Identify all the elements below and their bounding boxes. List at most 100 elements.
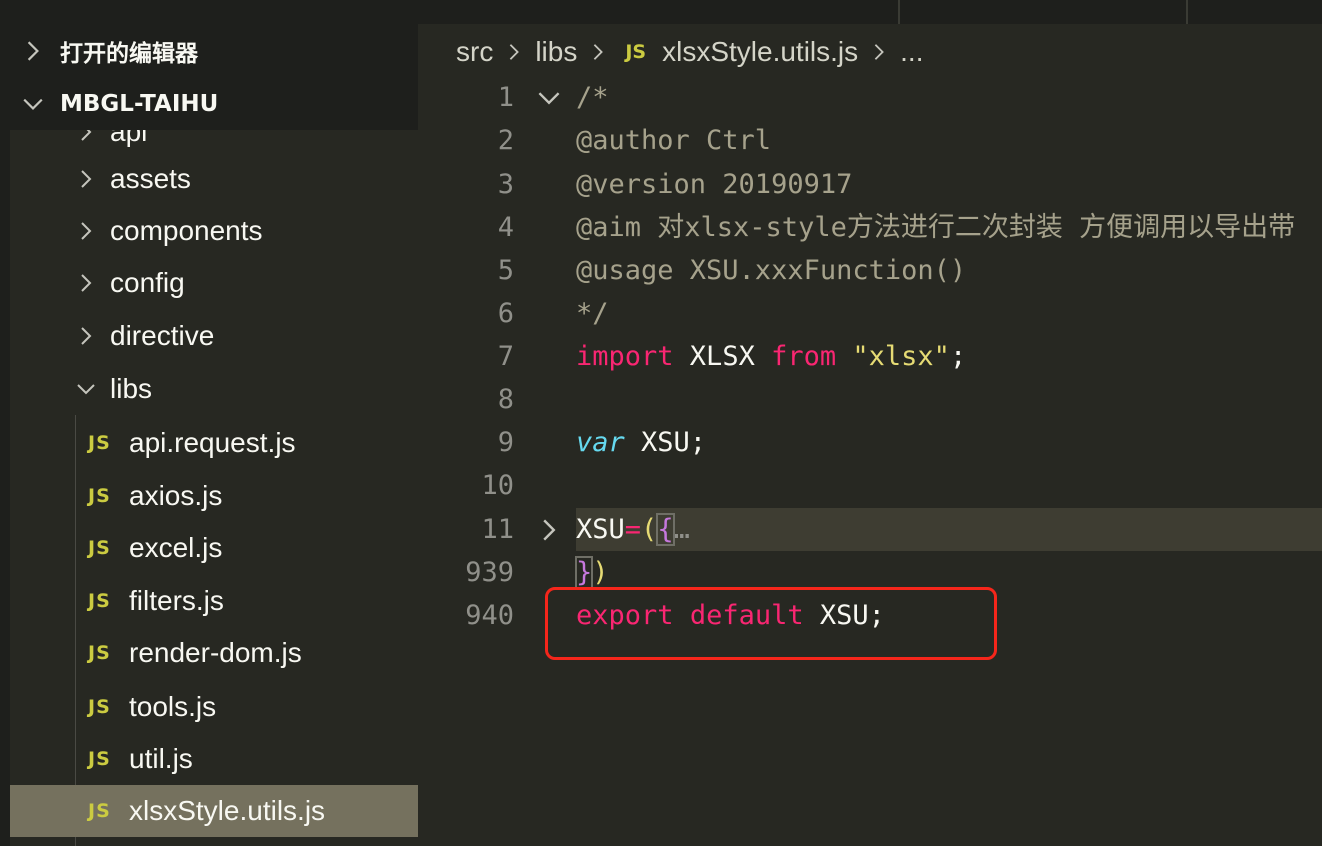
js-file-icon: JS bbox=[88, 485, 111, 507]
fold-chevron-down-icon[interactable] bbox=[537, 86, 561, 110]
folder-item-directive[interactable]: directive bbox=[10, 310, 418, 362]
js-file-icon: JS bbox=[88, 590, 111, 612]
file-item-filters[interactable]: JS filters.js bbox=[10, 575, 418, 627]
file-item-excel[interactable]: JS excel.js bbox=[10, 522, 418, 574]
project-section-header[interactable]: MBGL-TAIHU bbox=[0, 80, 418, 128]
file-label: render-dom.js bbox=[129, 637, 302, 668]
file-item-xlsxstyle-utils[interactable]: JS xlsxStyle.utils.js bbox=[10, 785, 418, 837]
code-text: @aim 对xlsx-style方法进行二次封装 方便调用以导出带 bbox=[576, 212, 1296, 243]
line-number: 9 bbox=[497, 427, 514, 458]
brace: } bbox=[574, 556, 594, 589]
line-number: 7 bbox=[497, 341, 514, 372]
line-number: 3 bbox=[497, 169, 514, 200]
code-line: 3 @version 20190917 bbox=[418, 163, 1322, 206]
code-line: 9 var XSU; bbox=[418, 421, 1322, 464]
folder-label: api bbox=[110, 130, 148, 147]
folder-item-assets[interactable]: assets bbox=[10, 153, 418, 205]
folder-label: libs bbox=[110, 373, 153, 404]
breadcrumb-item-libs[interactable]: libs bbox=[535, 36, 577, 68]
folder-label: components bbox=[110, 215, 263, 246]
line-number: 5 bbox=[497, 255, 514, 286]
line-number: 4 bbox=[497, 212, 514, 243]
js-file-icon: JS bbox=[625, 41, 647, 63]
code-line: 6 */ bbox=[418, 292, 1322, 335]
file-tree: api assets components config directive l… bbox=[10, 130, 418, 846]
file-item-util[interactable]: JS util.js bbox=[10, 733, 418, 785]
chevron-down-icon bbox=[77, 384, 95, 395]
identifier: XSU; bbox=[624, 427, 707, 458]
code-text: */ bbox=[576, 298, 609, 329]
file-label: filters.js bbox=[129, 585, 224, 616]
chevron-right-icon bbox=[81, 170, 92, 188]
file-label: xlsxStyle.utils.js bbox=[129, 795, 326, 826]
file-item-axios[interactable]: JS axios.js bbox=[10, 470, 418, 522]
breadcrumb: src libs JS xlsxStyle.utils.js ... bbox=[456, 30, 924, 74]
breadcrumb-item-src[interactable]: src bbox=[456, 36, 493, 68]
line-number: 8 bbox=[497, 384, 514, 415]
folder-label: assets bbox=[110, 163, 191, 194]
code-text: import XLSX from "xlsx"; bbox=[576, 335, 966, 378]
folder-label: config bbox=[110, 267, 185, 298]
code-text: var XSU; bbox=[576, 421, 706, 464]
project-label: MBGL-TAIHU bbox=[60, 91, 219, 117]
code-text: @version 20190917 bbox=[576, 169, 853, 200]
folded-ellipsis[interactable]: … bbox=[674, 514, 690, 545]
line-number: 11 bbox=[481, 514, 514, 545]
code-line: 5 @usage XSU.xxxFunction() bbox=[418, 249, 1322, 292]
open-editors-section-header[interactable]: 打开的编辑器 bbox=[0, 27, 418, 75]
breadcrumb-more[interactable]: ... bbox=[900, 36, 923, 68]
folder-item-components[interactable]: components bbox=[10, 205, 418, 257]
open-editors-label: 打开的编辑器 bbox=[60, 41, 198, 67]
semicolon: ; bbox=[949, 341, 967, 372]
code-line: 7 import XLSX from "xlsx"; bbox=[418, 335, 1322, 378]
code-editor[interactable]: 1 /* 2 @author Ctrl 3 @version 20190917 … bbox=[418, 76, 1322, 846]
chevron-down-icon bbox=[23, 98, 43, 110]
file-label: util.js bbox=[129, 743, 193, 774]
code-line: 8 bbox=[418, 378, 1322, 421]
chevron-right-icon bbox=[81, 327, 92, 345]
file-label: excel.js bbox=[129, 532, 223, 563]
code-line: 10 bbox=[418, 464, 1322, 507]
line-number: 1 bbox=[497, 82, 514, 113]
keyword-var: var bbox=[576, 427, 625, 458]
line-number: 6 bbox=[497, 298, 514, 329]
breadcrumb-item-file[interactable]: xlsxStyle.utils.js bbox=[662, 36, 858, 68]
file-item-tools[interactable]: JS tools.js bbox=[10, 681, 418, 733]
fold-chevron-right-icon[interactable] bbox=[537, 518, 561, 542]
identifier: XSU bbox=[576, 514, 625, 545]
js-file-icon: JS bbox=[88, 642, 111, 664]
chevron-right-icon bbox=[594, 44, 604, 60]
paren: ( bbox=[641, 514, 658, 545]
js-file-icon: JS bbox=[88, 432, 111, 454]
chevron-right-icon bbox=[81, 222, 92, 240]
annotation-highlight-box bbox=[545, 587, 997, 660]
chevron-right-icon bbox=[81, 274, 92, 292]
js-file-icon: JS bbox=[88, 800, 111, 822]
code-text: @author Ctrl bbox=[576, 125, 772, 156]
code-line: 2 @author Ctrl bbox=[418, 119, 1322, 162]
chevron-right-icon bbox=[874, 44, 885, 60]
code-text: /* bbox=[576, 82, 609, 113]
chevron-right-icon bbox=[81, 130, 92, 141]
file-label: api.request.js bbox=[129, 427, 296, 458]
code-line: 11 XSU=({… bbox=[418, 508, 1322, 551]
code-line: 4 @aim 对xlsx-style方法进行二次封装 方便调用以导出带 bbox=[418, 206, 1322, 249]
file-label: tools.js bbox=[129, 691, 217, 722]
file-label: axios.js bbox=[129, 480, 223, 511]
keyword-import: import bbox=[576, 341, 674, 372]
line-number: 939 bbox=[465, 557, 514, 588]
code-line: 1 /* bbox=[418, 76, 1322, 119]
code-text: XSU=({… bbox=[576, 508, 690, 551]
operator: = bbox=[624, 514, 642, 545]
file-item-api-request[interactable]: JS api.request.js bbox=[10, 417, 418, 469]
line-number: 2 bbox=[497, 125, 514, 156]
tab-separator bbox=[898, 0, 900, 24]
folder-item-libs[interactable]: libs bbox=[10, 363, 418, 415]
file-item-render-dom[interactable]: JS render-dom.js bbox=[10, 627, 418, 679]
js-file-icon: JS bbox=[88, 748, 111, 770]
code-text: @usage XSU.xxxFunction() bbox=[576, 255, 967, 286]
explorer-sidebar: 打开的编辑器 MBGL-TAIHU api assets components … bbox=[0, 0, 418, 846]
js-file-icon: JS bbox=[88, 537, 111, 559]
folder-item-config[interactable]: config bbox=[10, 257, 418, 309]
